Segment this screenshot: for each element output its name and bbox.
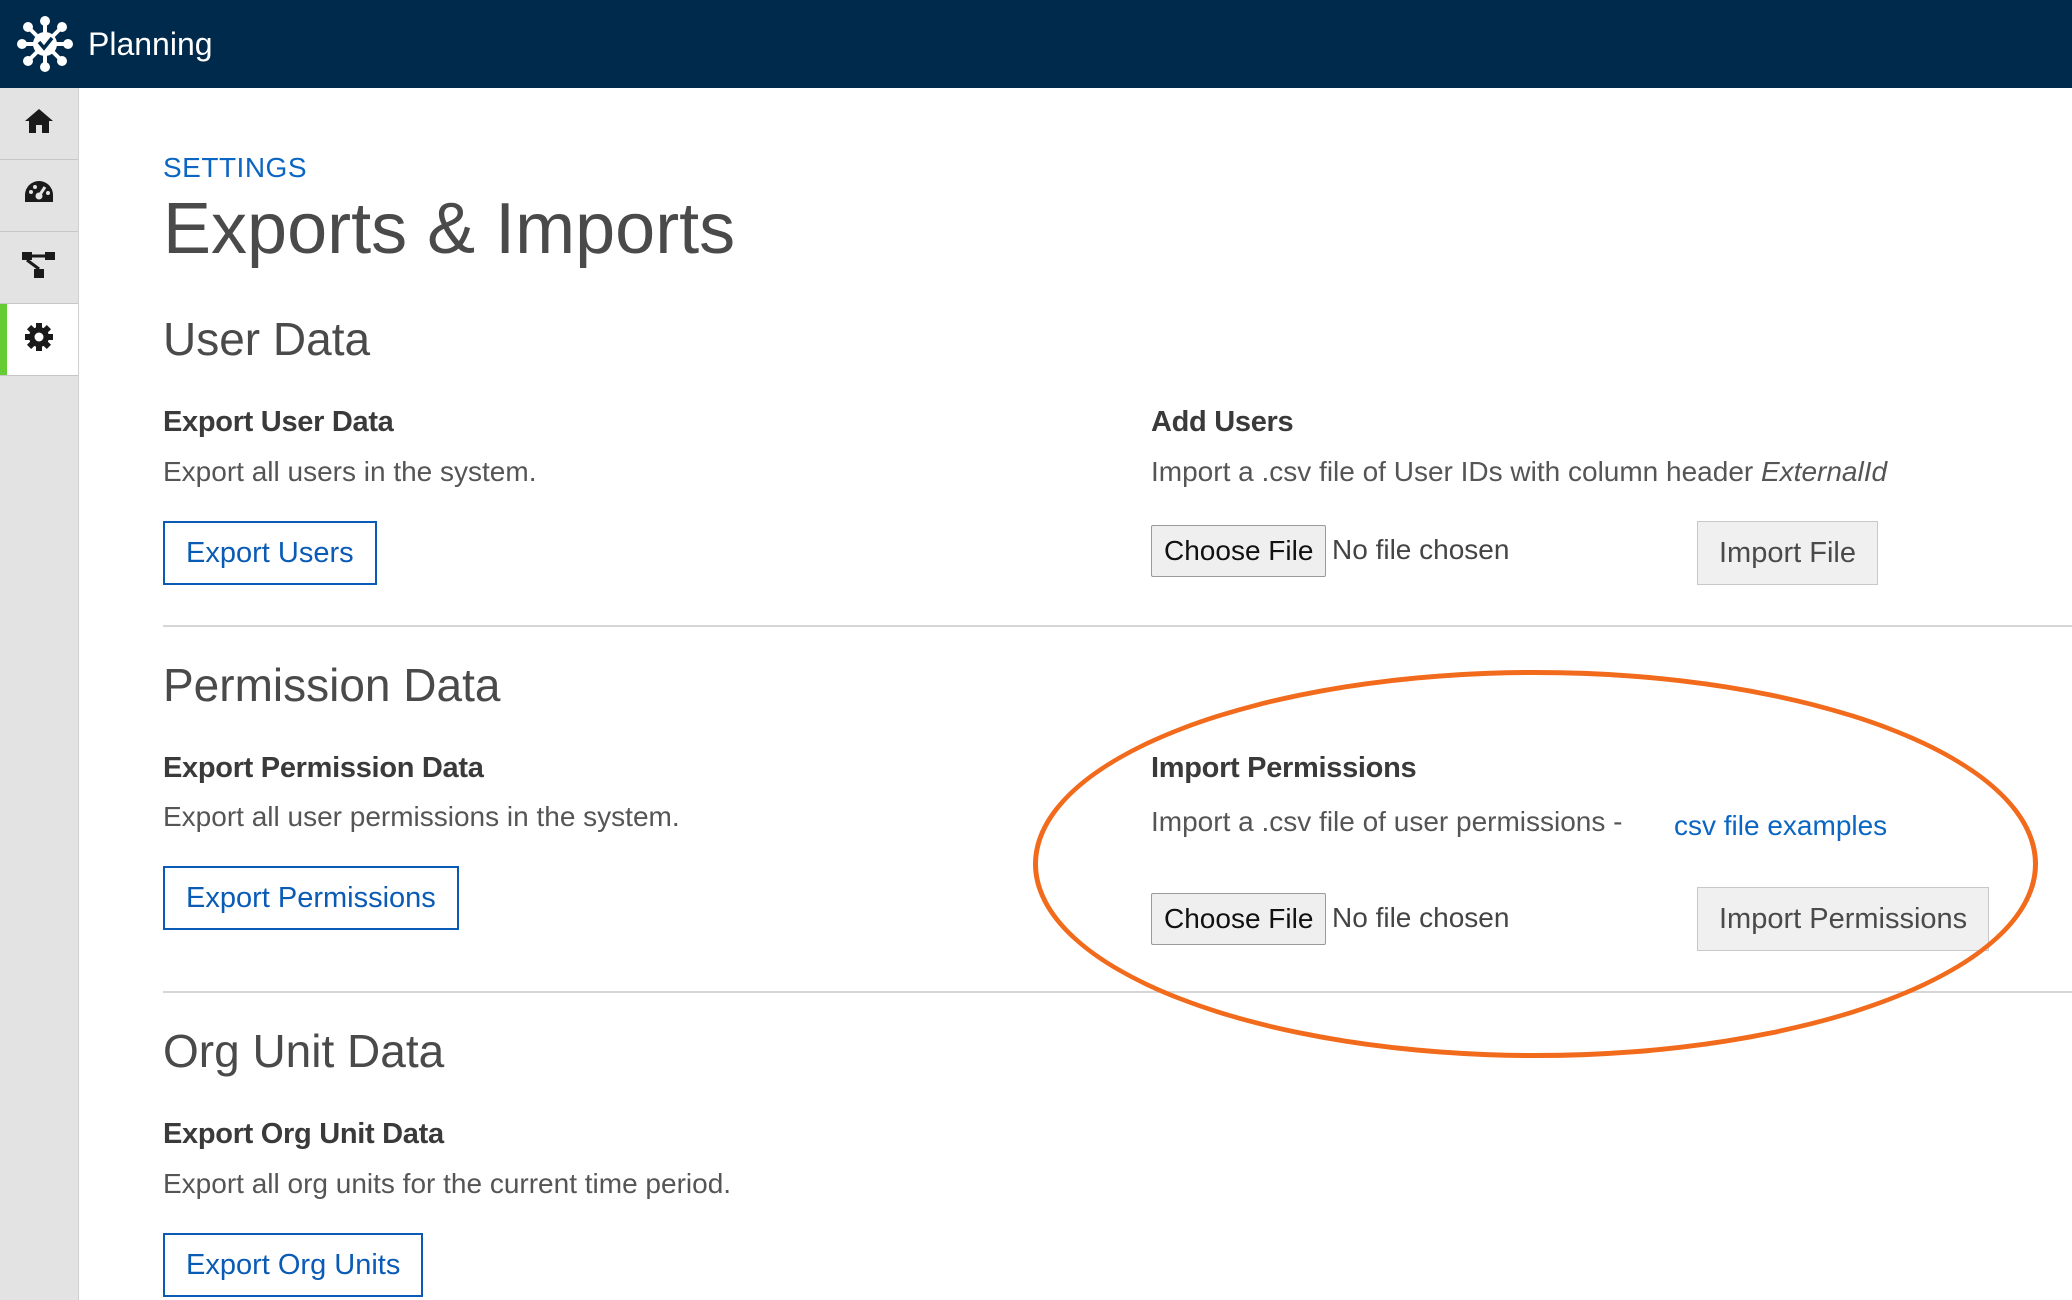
dashboard-icon	[22, 178, 56, 213]
divider	[163, 625, 2072, 627]
add-users-description: Import a .csv file of User IDs with colu…	[1151, 456, 1887, 488]
app-logo-icon[interactable]	[14, 13, 76, 75]
top-bar: Planning	[0, 0, 2072, 88]
sidebar-item-home[interactable]	[0, 88, 78, 160]
add-users-choose-file-button[interactable]: Choose File	[1151, 525, 1327, 577]
section-title-user-data: User Data	[163, 313, 371, 365]
gear-icon	[24, 322, 54, 357]
export-org-unit-data-description: Export all org units for the current tim…	[163, 1168, 732, 1199]
app-title: Planning	[88, 25, 213, 62]
external-id-label: ExternalId	[1761, 456, 1888, 487]
add-users-description-text: Import a .csv file of User IDs with colu…	[1151, 456, 1761, 487]
section-title-permission-data: Permission Data	[163, 659, 501, 711]
sidebar	[0, 88, 79, 1300]
breadcrumb[interactable]: SETTINGS	[163, 152, 307, 184]
sidebar-item-dashboard[interactable]	[0, 160, 78, 232]
home-icon	[23, 107, 55, 140]
import-file-button[interactable]: Import File	[1697, 521, 1878, 585]
export-org-unit-data-title: Export Org Unit Data	[163, 1118, 444, 1150]
page-title: Exports & Imports	[163, 189, 736, 269]
add-users-title: Add Users	[1151, 406, 1294, 438]
page: Planning SETTINGS Exports & Imports User…	[0, 0, 2072, 1300]
export-users-button[interactable]: Export Users	[163, 521, 377, 585]
hierarchy-icon	[21, 250, 57, 285]
export-user-data-title: Export User Data	[163, 406, 394, 438]
export-permission-data-title: Export Permission Data	[163, 752, 484, 784]
sidebar-item-settings[interactable]	[0, 304, 78, 376]
export-permission-data-description: Export all user permissions in the syste…	[163, 801, 680, 832]
sidebar-item-hierarchy[interactable]	[0, 232, 78, 304]
export-permissions-button[interactable]: Export Permissions	[163, 866, 459, 930]
add-users-file-status: No file chosen	[1332, 534, 1510, 565]
section-title-org-unit-data: Org Unit Data	[163, 1025, 445, 1077]
main-content: SETTINGS Exports & Imports User Data Exp…	[163, 88, 2072, 1300]
highlight-annotation	[1033, 670, 2038, 1058]
export-org-units-button[interactable]: Export Org Units	[163, 1233, 424, 1297]
export-user-data-description: Export all users in the system.	[163, 456, 537, 487]
